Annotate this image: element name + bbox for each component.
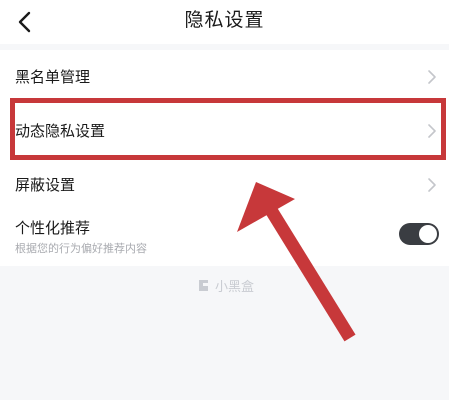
chevron-right-icon <box>428 178 436 192</box>
watermark: 小黑盒 <box>196 276 254 295</box>
list-item-label: 黑名单管理 <box>15 68 91 86</box>
page-title: 隐私设置 <box>184 9 265 31</box>
toggle-knob <box>419 225 437 243</box>
watermark-text: 小黑盒 <box>215 280 255 295</box>
personalized-recommend-toggle[interactable] <box>399 223 439 245</box>
list-item-personalized-recommend: 个性化推荐 根据您的行为偏好推荐内容 <box>0 212 449 266</box>
list-item-label: 个性化推荐 <box>15 219 91 237</box>
list-item-sublabel: 根据您的行为偏好推荐内容 <box>15 242 147 255</box>
list-item-label: 动态隐私设置 <box>15 122 106 140</box>
list-item-label: 屏蔽设置 <box>15 176 76 194</box>
list-item-blacklist[interactable]: 黑名单管理 <box>0 50 449 104</box>
list-item-block-settings[interactable]: 屏蔽设置 <box>0 158 449 212</box>
top-nav-bar: 隐私设置 <box>0 0 449 44</box>
settings-list: 黑名单管理 动态隐私设置 屏蔽设置 个性化推荐 根据您的行为偏好推荐内容 <box>0 50 449 266</box>
chevron-right-icon <box>428 124 436 138</box>
list-item-dynamic-privacy[interactable]: 动态隐私设置 <box>0 104 449 158</box>
xiaoheihe-logo-icon <box>199 280 208 291</box>
chevron-right-icon <box>428 70 436 84</box>
